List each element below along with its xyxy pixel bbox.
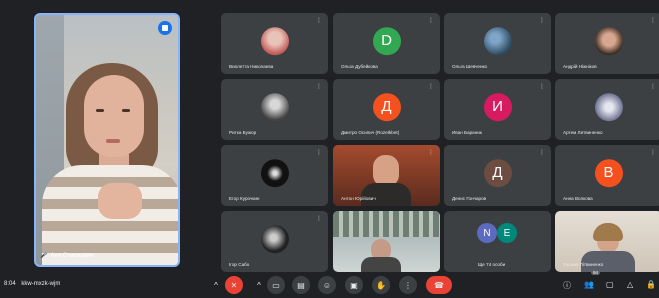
chat-icon[interactable]: ▢ xyxy=(606,280,614,289)
avatar: И xyxy=(483,92,512,121)
meeting-code[interactable]: kkw-mxzk-wjm xyxy=(21,281,60,287)
participant-tile[interactable]: В Анна Волкова ⋮ xyxy=(555,145,659,206)
info-icon[interactable]: ⓘ xyxy=(563,280,571,291)
active-speaker-tile[interactable]: 🎤 Аня Сташкевич xyxy=(34,13,180,267)
avatar: D xyxy=(372,26,401,55)
speaker-eye-left xyxy=(96,109,104,112)
group-avatar-e: E xyxy=(497,223,517,243)
participant-tile[interactable]: Егор Курочкин ⋮ xyxy=(221,145,328,206)
participant-name: Андрій Ніжніков xyxy=(563,64,597,69)
captions-button[interactable]: ▤ xyxy=(292,276,310,294)
mic-options-chevron-icon[interactable]: ^ xyxy=(207,276,225,294)
participant-tile[interactable]: ⋮ xyxy=(333,211,440,272)
mic-icon: 🎤 xyxy=(40,253,48,259)
participant-name: Виолетта Николаева xyxy=(229,64,274,69)
more-options-icon[interactable]: ⋮ xyxy=(428,216,434,223)
camera-button[interactable]: ▭ xyxy=(267,276,285,294)
avatar xyxy=(483,26,512,55)
meeting-info: 8:04 kkw-mxzk-wjm xyxy=(4,281,60,287)
speaker-face xyxy=(84,75,144,157)
video-person-body xyxy=(361,183,411,206)
participant-name: Ритка Бужор xyxy=(229,130,257,135)
more-options-icon[interactable]: ⋮ xyxy=(650,84,656,91)
more-options-icon[interactable]: ⋮ xyxy=(650,18,656,25)
participant-name: Ігор Сабо xyxy=(229,262,250,267)
avatar: В xyxy=(594,158,623,187)
more-options-icon[interactable]: ⋮ xyxy=(428,84,434,91)
more-options-icon[interactable]: ⋮ xyxy=(539,84,545,91)
participant-name: Денис Гончаров xyxy=(452,196,487,201)
meeting-stage: 🎤 Аня Сташкевич Виолетта Николаева ⋮ D О… xyxy=(0,0,659,298)
participant-name: Артем Литвиненко xyxy=(563,130,603,135)
avatar: Д xyxy=(483,158,512,187)
people-icon[interactable]: 👥 xyxy=(584,280,594,289)
participant-name: Дмитро Осипич (Rozetkbet) xyxy=(341,130,400,135)
participant-tile[interactable]: Ігор Сабо ⋮ xyxy=(221,211,328,272)
more-options-button[interactable]: ⋮ xyxy=(399,276,417,294)
mic-off-button[interactable]: ✕ xyxy=(225,276,243,294)
participant-tile[interactable]: Артем Литвиненко ⋮ xyxy=(555,79,659,140)
avatar xyxy=(260,26,289,55)
leave-call-button[interactable]: ☎ xyxy=(426,276,452,294)
participant-tile[interactable]: Виолетта Николаева ⋮ xyxy=(221,13,328,74)
video-person-hair xyxy=(593,223,623,241)
participant-tile[interactable]: И Иван Бараник ⋮ xyxy=(444,79,551,140)
participant-tile[interactable]: Андрій Ніжніков ⋮ xyxy=(555,13,659,74)
speaker-mouth xyxy=(106,139,120,143)
more-options-icon[interactable]: ⋮ xyxy=(316,150,322,157)
video-person-body xyxy=(361,257,401,272)
more-options-icon[interactable]: ⋮ xyxy=(316,84,322,91)
participant-tile[interactable]: Антон Юрійович ⋮ xyxy=(333,145,440,206)
speaker-name-tag: 🎤 Аня Сташкевич xyxy=(40,252,94,260)
more-options-icon[interactable]: ⋮ xyxy=(428,18,434,25)
more-options-icon[interactable]: ⋮ xyxy=(650,150,656,157)
more-participants-label: Ще 74 особи xyxy=(478,262,506,267)
clock-time: 8:04 xyxy=(4,281,16,287)
participant-name: Ольга Шевченко xyxy=(452,64,488,69)
raise-hand-button[interactable]: ✋ xyxy=(372,276,390,294)
pin-badge-icon[interactable] xyxy=(158,21,172,35)
participant-name: Ольга Дубейкова xyxy=(341,64,378,69)
participant-tile[interactable]: Д Дмитро Осипич (Rozetkbet) ⋮ xyxy=(333,79,440,140)
participant-name: Иван Бараник xyxy=(452,130,482,135)
participant-tile[interactable]: Ритка Бужор ⋮ xyxy=(221,79,328,140)
participant-tile[interactable]: Оксана Літвиненко xyxy=(555,211,659,272)
more-options-icon[interactable]: ⋮ xyxy=(316,18,322,25)
more-options-icon[interactable]: ⋮ xyxy=(316,216,322,223)
avatar xyxy=(260,92,289,121)
more-options-icon[interactable]: ⋮ xyxy=(428,150,434,157)
participant-group-tile[interactable]: N E Ще 74 особи xyxy=(444,211,551,272)
participant-name: Анна Волкова xyxy=(563,196,593,201)
avatar xyxy=(260,224,289,253)
present-button[interactable]: ▣ xyxy=(345,276,363,294)
emoji-button[interactable]: ☺ xyxy=(318,276,336,294)
speaker-eye-right xyxy=(122,109,130,112)
participant-tile[interactable]: D Ольга Дубейкова ⋮ xyxy=(333,13,440,74)
more-options-icon[interactable]: ⋮ xyxy=(539,18,545,25)
avatar xyxy=(260,158,289,187)
group-avatar-n: N xyxy=(477,223,497,243)
avatar: Д xyxy=(372,92,401,121)
video-bookshelf xyxy=(333,211,440,237)
camera-options-chevron-icon[interactable]: ^ xyxy=(250,276,268,294)
participant-tile[interactable]: Д Денис Гончаров ⋮ xyxy=(444,145,551,206)
activities-icon[interactable]: △ xyxy=(627,280,633,289)
avatar xyxy=(594,92,623,121)
participant-name: Оксана Літвиненко xyxy=(563,262,604,267)
participants-count-badge: 94 xyxy=(591,270,601,275)
speaker-hand xyxy=(98,183,142,219)
participant-name: Егор Курочкин xyxy=(229,196,260,201)
lock-icon[interactable]: 🔒 xyxy=(646,280,656,289)
bottom-toolbar: 8:04 kkw-mxzk-wjm ^ ✕ ^ ▭ ▤ ☺ ▣ ✋ ⋮ ☎ ⓘ … xyxy=(0,272,659,298)
more-options-icon[interactable]: ⋮ xyxy=(539,150,545,157)
avatar xyxy=(594,26,623,55)
participant-name: Антон Юрійович xyxy=(341,196,376,201)
participant-tile[interactable]: Ольга Шевченко ⋮ xyxy=(444,13,551,74)
